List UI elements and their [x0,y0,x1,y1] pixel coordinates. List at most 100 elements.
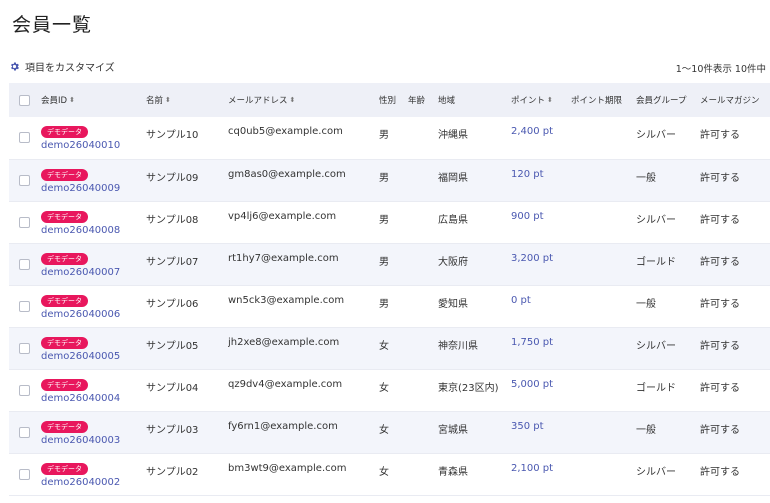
row-checkbox-cell [9,411,41,453]
demo-data-badge: デモデータ [41,420,88,433]
member-id-link[interactable]: demo26040008 [41,225,146,236]
cell-email: wn5ck3@example.com [228,294,345,306]
cell-name: サンプル03 [146,424,199,436]
demo-data-badge: デモデータ [41,252,88,265]
row-checkbox[interactable] [19,426,30,438]
row-checkbox[interactable] [19,300,30,312]
member-id-link[interactable]: demo26040006 [41,309,146,320]
column-label: ポイント [511,96,546,106]
cell-group: 一般 [636,298,656,310]
cell-gender: 女 [379,382,389,394]
cell-newsletter: 許可する [700,130,740,141]
column-label: ポイント期限 [571,96,623,106]
cell-group: 一般 [636,424,656,436]
table-row[interactable]: デモデータ demo26040003 サンプル03 fy6rn1@example.co… [9,411,770,453]
sort-arrows-icon[interactable]: ⬍ [547,96,553,104]
row-checkbox[interactable] [19,384,30,396]
member-id-link[interactable]: demo26040005 [41,351,146,362]
table-row[interactable]: デモデータ demo26040008 サンプル08 vp4lj6@example.co… [9,201,770,243]
table-row[interactable]: デモデータ demo26040002 サンプル02 bm3wt9@example.co… [9,453,770,495]
cell-gender: 男 [379,298,389,310]
column-header-age: 年齢 [408,83,438,117]
row-checkbox-cell [9,159,41,201]
cell-points: 1,750 pt [511,336,554,348]
member-id-cell: デモデータ demo26040007 [41,243,146,285]
row-checkbox[interactable] [19,468,30,480]
cell-region: 宮城県 [438,424,468,436]
cell-group: シルバー [636,340,676,352]
cell-expiry [571,369,636,411]
row-checkbox[interactable] [19,342,30,354]
cell-name: サンプル04 [146,382,199,394]
cell-name: サンプル02 [146,466,199,478]
table-row[interactable]: デモデータ demo26040005 サンプル05 jh2xe8@example.co… [9,327,770,369]
cell-group: 一般 [636,172,656,184]
cell-group: ゴールド [636,256,676,268]
member-id-link[interactable]: demo26040009 [41,183,146,194]
cell-expiry [571,453,636,495]
member-id-cell: デモデータ demo26040004 [41,369,146,411]
row-checkbox[interactable] [19,216,30,228]
cell-name: サンプル06 [146,298,199,310]
cell-points: 900 pt [511,210,544,222]
cell-gender: 男 [379,256,389,268]
sort-arrows-icon[interactable]: ⬍ [290,96,296,104]
table-row[interactable]: デモデータ demo26040007 サンプル07 rt1hy7@example.co… [9,243,770,285]
demo-data-badge: デモデータ [41,336,88,349]
member-id-link[interactable]: demo26040002 [41,477,146,488]
table-row[interactable]: デモデータ demo26040004 サンプル04 qz9dv4@example.co… [9,369,770,411]
cell-newsletter: 許可する [700,340,740,352]
sort-arrows-icon[interactable]: ⬍ [165,96,171,104]
cell-gender: 女 [379,340,389,352]
row-checkbox[interactable] [19,132,30,143]
cell-gender: 男 [379,172,389,184]
select-all-checkbox[interactable] [19,94,30,106]
cell-expiry [571,327,636,369]
cell-region: 青森県 [438,466,468,478]
cell-email: qz9dv4@example.com [228,378,343,390]
column-header-email[interactable]: メールアドレス ⬍ [228,83,379,117]
cell-age [408,243,438,285]
cell-points: 2,100 pt [511,462,554,474]
table-row[interactable]: デモデータ demo26040009 サンプル09 gm8as0@example.co… [9,159,770,201]
member-id-link[interactable]: demo26040007 [41,267,146,278]
member-id-link[interactable]: demo26040003 [41,435,146,446]
cell-newsletter: 許可する [700,256,740,268]
column-header-member-group: 会員グループ [636,83,700,117]
demo-data-badge: デモデータ [41,126,88,138]
column-header-member-id[interactable]: 会員ID ⬍ [41,83,146,117]
member-id-link[interactable]: demo26040004 [41,393,146,404]
cell-points: 0 pt [511,294,531,306]
cell-newsletter: 許可する [700,466,740,478]
table-row[interactable]: デモデータ demo26040006 サンプル06 wn5ck3@example.co… [9,285,770,327]
gear-icon [11,62,19,71]
member-id-cell: デモデータ demo26040008 [41,201,146,243]
member-id-cell: デモデータ demo26040010 [41,117,146,159]
cell-group: シルバー [636,130,676,141]
cell-email: vp4lj6@example.com [228,210,337,222]
cell-age [408,201,438,243]
cell-gender: 女 [379,466,389,478]
cell-group: ゴールド [636,382,676,394]
cell-age [408,285,438,327]
row-checkbox[interactable] [19,174,30,186]
row-checkbox[interactable] [19,258,30,270]
cell-region: 神奈川県 [438,340,478,352]
row-checkbox-cell [9,285,41,327]
demo-data-badge: デモデータ [41,294,88,307]
customize-columns-button[interactable]: 項目をカスタマイズ [9,59,115,74]
column-header-points[interactable]: ポイント ⬍ [511,83,571,117]
cell-age [408,159,438,201]
cell-region: 愛知県 [438,298,468,310]
cell-email: rt1hy7@example.com [228,252,339,264]
cell-age [408,411,438,453]
column-label: 会員ID [41,96,68,106]
column-header-newsletter: メールマガジン [700,83,770,117]
cell-newsletter: 許可する [700,214,740,226]
column-header-name[interactable]: 名前 ⬍ [146,83,228,117]
cell-age [408,453,438,495]
member-id-link[interactable]: demo26040010 [41,140,146,151]
cell-points: 5,000 pt [511,378,554,390]
sort-arrows-icon[interactable]: ⬍ [69,96,75,104]
table-row[interactable]: デモデータ demo26040010 サンプル10 cq0ub5@example.co… [9,117,770,159]
